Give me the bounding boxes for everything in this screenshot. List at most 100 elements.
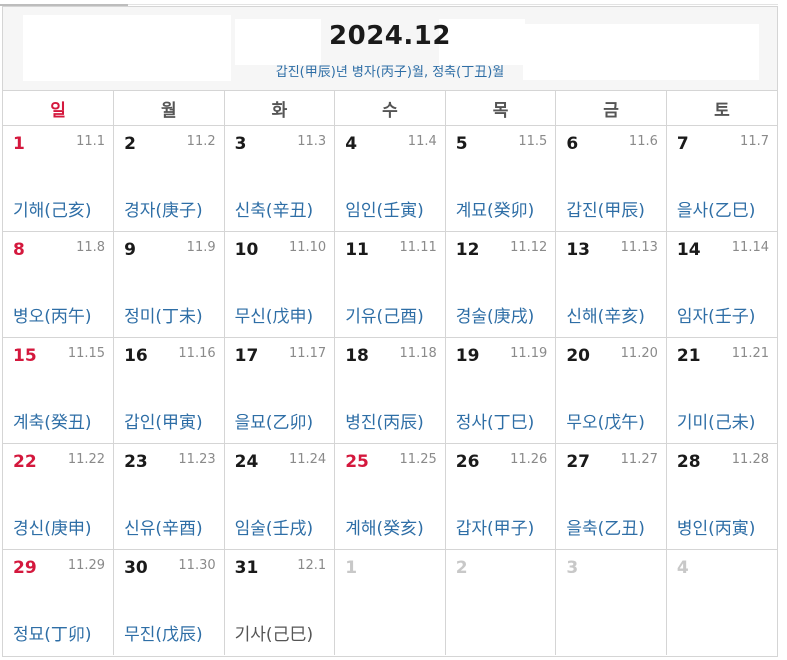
day-number: 9 — [124, 240, 136, 260]
lunar-date: 11.29 — [67, 558, 106, 573]
day-cell[interactable]: 11 11.11 기유(己酉) — [334, 231, 446, 338]
lunar-date: 11.11 — [399, 240, 437, 255]
day-cell[interactable]: 5 11.5 계묘(癸卯) — [444, 125, 556, 232]
lunar-date: 11.9 — [186, 240, 216, 255]
day-number: 8 — [13, 240, 25, 260]
lunar-date: 11.27 — [620, 452, 658, 467]
lunar-date: 11.2 — [186, 134, 216, 149]
lunar-date: 11.21 — [731, 346, 769, 361]
day-number: 17 — [234, 346, 259, 366]
lunar-date: 12.1 — [297, 558, 327, 573]
day-number: 3 — [566, 558, 579, 578]
lunar-date: 11.8 — [76, 240, 106, 255]
day-cell[interactable]: 28 11.28 병인(丙寅) — [665, 443, 777, 550]
day-number: 2 — [455, 558, 468, 578]
lunar-date: 11.5 — [518, 134, 548, 149]
weekday-sun: 일 — [3, 90, 114, 126]
calendar-grid: 일 월 화 수 목 금 토 1 11.1 기해(己亥) 2 11.2 경자(庚子) 3 11.… — [3, 90, 777, 655]
day-cell[interactable]: 14 11.14 임자(壬子) — [665, 231, 777, 338]
day-cell[interactable]: 25 11.25 계해(癸亥) — [334, 443, 446, 550]
day-cell[interactable]: 22 11.22 경신(庚申) — [3, 443, 114, 550]
day-cell[interactable]: 16 11.16 갑인(甲寅) — [113, 337, 225, 444]
day-number: 20 — [566, 346, 590, 366]
ganji-label: 기사(己巳) — [234, 625, 314, 645]
day-number: 31 — [234, 558, 259, 578]
day-cell[interactable]: 19 11.19 정사(丁巳) — [444, 337, 556, 444]
ganji-label: 신유(辛酉) — [124, 519, 203, 539]
day-number: 28 — [676, 452, 701, 472]
day-cell[interactable]: 9 11.9 정미(丁未) — [113, 231, 225, 338]
day-cell[interactable]: 24 11.24 임술(壬戌) — [223, 443, 335, 550]
lunar-date: 11.28 — [731, 452, 769, 467]
day-number: 24 — [234, 452, 259, 472]
ganji-label: 갑자(甲子) — [455, 519, 535, 539]
day-number: 23 — [124, 452, 148, 472]
ganji-label: 갑인(甲寅) — [124, 413, 203, 433]
ganji-label: 신축(辛丑) — [234, 201, 314, 221]
day-cell[interactable]: 23 11.23 신유(辛酉) — [113, 443, 225, 550]
day-cell[interactable]: 1 — [334, 549, 446, 655]
lunar-date: 11.17 — [288, 346, 327, 361]
ganji-label: 경술(庚戌) — [455, 307, 535, 327]
ganji-label: 임인(壬寅) — [345, 201, 424, 221]
day-number: 12 — [455, 240, 480, 260]
weekday-sat: 토 — [665, 90, 777, 126]
day-cell[interactable]: 31 12.1 기사(己巳) — [223, 549, 335, 655]
day-cell[interactable]: 18 11.18 병진(丙辰) — [334, 337, 446, 444]
day-number: 15 — [13, 346, 37, 366]
ganji-label: 경자(庚子) — [124, 201, 203, 221]
ganji-label: 병진(丙辰) — [345, 413, 424, 433]
day-cell[interactable]: 27 11.27 을축(乙丑) — [555, 443, 667, 550]
day-cell[interactable]: 2 11.2 경자(庚子) — [113, 125, 225, 232]
ganji-label: 을축(乙丑) — [566, 519, 645, 539]
lunar-date: 11.7 — [740, 134, 769, 149]
day-number: 16 — [124, 346, 148, 366]
day-cell[interactable]: 17 11.17 을묘(乙卯) — [223, 337, 335, 444]
calendar-frame: 2024.12 갑진(甲辰)년 병자(丙子)월, 정축(丁丑)월 일 월 화 수… — [2, 6, 778, 657]
week-row: 1 11.1 기해(己亥) 2 11.2 경자(庚子) 3 11.3 신축(辛丑) 4 11.4 임인… — [3, 125, 777, 232]
day-number: 2 — [124, 134, 136, 154]
lunar-date: 11.14 — [731, 240, 769, 255]
ganji-label: 정사(丁巳) — [455, 413, 535, 433]
ganji-label: 정묘(丁卯) — [13, 625, 92, 645]
day-cell[interactable]: 8 11.8 병오(丙午) — [3, 231, 114, 338]
day-cell[interactable]: 12 11.12 경술(庚戌) — [444, 231, 556, 338]
calendar-body: 1 11.1 기해(己亥) 2 11.2 경자(庚子) 3 11.3 신축(辛丑) 4 11.4 임인… — [3, 125, 777, 655]
day-cell[interactable]: 15 11.15 계축(癸丑) — [3, 337, 114, 444]
day-cell[interactable]: 3 — [555, 549, 667, 655]
day-cell[interactable]: 4 — [665, 549, 777, 655]
day-number: 27 — [566, 452, 590, 472]
ganji-label: 무신(戊申) — [234, 307, 314, 327]
day-number: 1 — [13, 134, 25, 154]
day-cell[interactable]: 10 11.10 무신(戊申) — [223, 231, 335, 338]
day-cell[interactable]: 26 11.26 갑자(甲子) — [444, 443, 556, 550]
day-cell[interactable]: 21 11.21 기미(己未) — [665, 337, 777, 444]
lunar-date: 11.16 — [178, 346, 216, 361]
day-cell[interactable]: 1 11.1 기해(己亥) — [3, 125, 114, 232]
week-row: 15 11.15 계축(癸丑) 16 11.16 갑인(甲寅) 17 11.17 을묘(乙卯) 1… — [3, 337, 777, 444]
day-cell[interactable]: 3 11.3 신축(辛丑) — [223, 125, 335, 232]
weekday-mon: 월 — [113, 90, 225, 126]
lunar-date: 11.15 — [67, 346, 106, 361]
day-number: 3 — [234, 134, 247, 154]
ganji-subtitle: 갑진(甲辰)년 병자(丙子)월, 정축(丁丑)월 — [275, 65, 505, 80]
day-number: 22 — [13, 452, 37, 472]
day-cell[interactable]: 2 — [444, 549, 556, 655]
ganji-label: 기해(己亥) — [13, 201, 92, 221]
lunar-date: 11.1 — [76, 134, 106, 149]
lunar-date: 11.30 — [178, 558, 216, 573]
day-cell[interactable]: 20 11.20 무오(戊午) — [555, 337, 667, 444]
day-cell[interactable]: 30 11.30 무진(戊辰) — [113, 549, 225, 655]
day-cell[interactable]: 4 11.4 임인(壬寅) — [334, 125, 446, 232]
day-number: 25 — [345, 452, 369, 472]
day-cell[interactable]: 7 11.7 을사(乙巳) — [665, 125, 777, 232]
day-cell[interactable]: 13 11.13 신해(辛亥) — [555, 231, 667, 338]
day-cell[interactable]: 29 11.29 정묘(丁卯) — [3, 549, 114, 655]
day-number: 1 — [345, 558, 358, 578]
lunar-date: 11.18 — [399, 346, 437, 361]
day-number: 30 — [124, 558, 148, 578]
ganji-label: 임술(壬戌) — [234, 519, 314, 539]
weekday-tue: 화 — [223, 90, 335, 126]
day-cell[interactable]: 6 11.6 갑진(甲辰) — [555, 125, 667, 232]
ganji-label: 병인(丙寅) — [676, 519, 756, 539]
